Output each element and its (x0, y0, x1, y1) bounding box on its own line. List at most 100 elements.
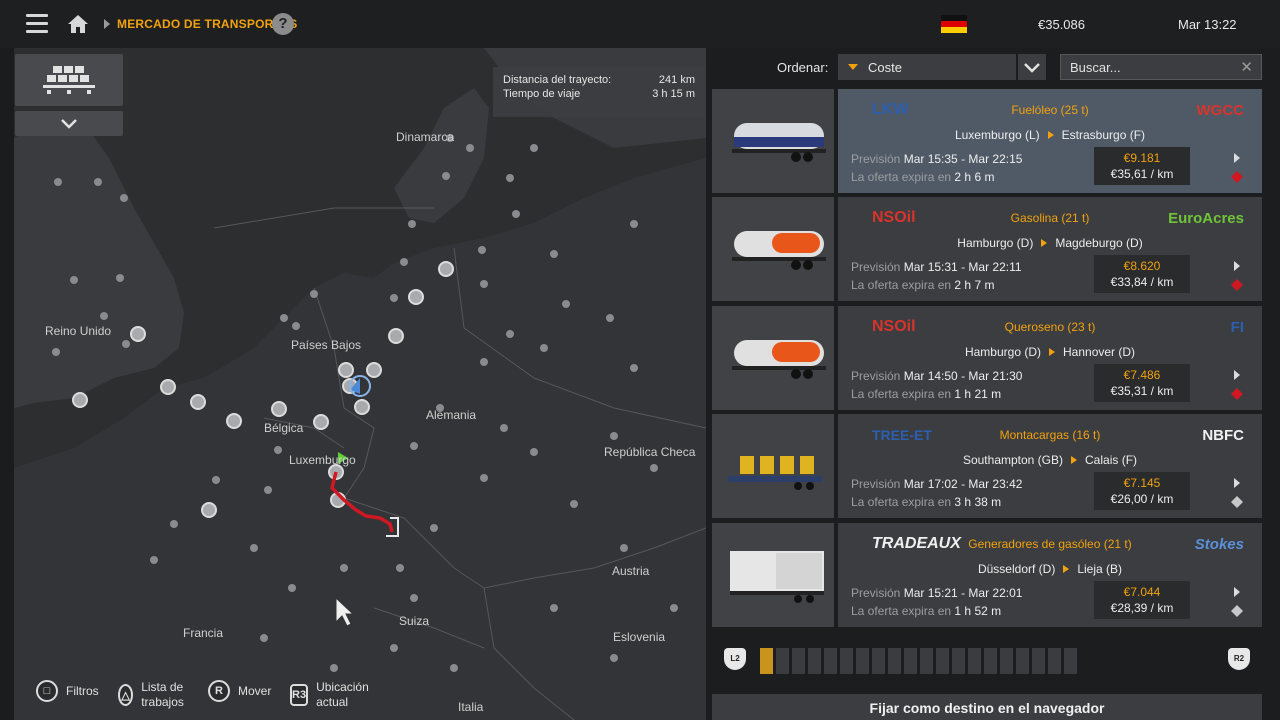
job-card[interactable]: NSOil Queroseno (23 t) FI Hamburgo (D) Ha… (712, 306, 1262, 410)
job-card-details: TRADEAUX Generadores de gasóleo (21 t) S… (838, 523, 1262, 627)
select-job-arrow-icon[interactable] (1234, 478, 1240, 488)
page-segment[interactable] (760, 648, 773, 674)
search-input[interactable]: Buscar... ✕ (1060, 54, 1262, 80)
job-pager: L2 R2 (724, 644, 1264, 678)
route-destination: Lieja (B) (1077, 562, 1123, 576)
page-segment[interactable] (792, 648, 805, 674)
game-clock: Mar 13:22 (1178, 17, 1237, 32)
page-segment[interactable] (968, 648, 981, 674)
help-icon[interactable]: ? (272, 13, 294, 35)
legend-current-location[interactable]: R3 Ubicación actual (290, 680, 380, 710)
map-canvas[interactable] (14, 48, 706, 720)
job-expiry: La oferta expira en 3 h 38 m (851, 495, 1002, 509)
job-card-details: NSOil Gasolina (21 t) EuroAcres Hamburgo… (838, 197, 1262, 301)
screen: MERCADO DE TRANSPORTES ? €35.086 Mar 13:… (0, 0, 1280, 720)
select-job-arrow-icon[interactable] (1234, 370, 1240, 380)
mouse-cursor-icon (335, 596, 354, 627)
map-label-uk: Reino Unido (45, 324, 112, 338)
job-forecast: Previsión Mar 15:35 - Mar 22:15 (851, 152, 1023, 166)
legend-filters[interactable]: □ Filtros (36, 680, 99, 702)
page-segment[interactable] (856, 648, 869, 674)
job-card[interactable]: NSOil Gasolina (21 t) EuroAcres Hamburgo… (712, 197, 1262, 301)
map-view[interactable]: Dinamarca Reino Unido Países Bajos Alema… (14, 48, 706, 720)
page-segment[interactable] (1064, 648, 1077, 674)
page-segment[interactable] (824, 648, 837, 674)
route-origin: Southampton (GB) (962, 453, 1064, 467)
destination-company-logo: NBFC (1202, 426, 1244, 444)
job-payment: €7.044 (1123, 585, 1161, 599)
page-segment[interactable] (920, 648, 933, 674)
job-payout: €8.620 €33,84 / km (1094, 255, 1190, 293)
distance-label: Distancia del trayecto: (503, 74, 612, 86)
r-stick-icon: R (208, 680, 230, 702)
set-gps-destination-button[interactable]: Fijar como destino en el navegador (712, 694, 1262, 720)
trailer-thumbnail (712, 414, 834, 518)
page-segment[interactable] (904, 648, 917, 674)
trailer-thumbnail (712, 197, 834, 301)
page-segment[interactable] (776, 648, 789, 674)
cargo-type-button[interactable] (15, 54, 123, 106)
page-segment[interactable] (840, 648, 853, 674)
sort-dropdown-button[interactable] (1018, 54, 1046, 80)
job-payment: €8.620 (1123, 259, 1161, 273)
next-page-button[interactable]: R2 (1228, 648, 1250, 670)
job-forecast: Previsión Mar 15:21 - Mar 22:01 (851, 586, 1023, 600)
job-route: Hamburgo (D) Hannover (D) (838, 345, 1262, 359)
expand-filters-button[interactable] (15, 111, 123, 136)
page-segment[interactable] (1048, 648, 1061, 674)
destination-company-logo: Stokes (1194, 535, 1244, 553)
job-expiry: La oferta expira en 1 h 21 m (851, 387, 1002, 401)
route-destination: Hannover (D) (1063, 345, 1136, 359)
home-icon[interactable] (66, 13, 90, 35)
map-label-italy: Italia (458, 700, 484, 714)
page-segment[interactable] (984, 648, 997, 674)
page-segment[interactable] (1016, 648, 1029, 674)
legend-move[interactable]: R Mover (208, 680, 271, 702)
map-label-germany: Alemania (426, 408, 477, 422)
job-rate-per-km: €35,61 / km (1110, 167, 1174, 181)
page-segment[interactable] (872, 648, 885, 674)
hazard-icon (1231, 279, 1243, 291)
menu-icon[interactable] (26, 14, 48, 34)
clear-search-icon[interactable]: ✕ (1240, 58, 1253, 76)
sort-value: Coste (868, 59, 902, 75)
map-label-netherlands: Países Bajos (291, 338, 362, 352)
previous-page-button[interactable]: L2 (724, 648, 746, 670)
job-payout: €7.044 €28,39 / km (1094, 581, 1190, 619)
job-rate-per-km: €35,31 / km (1110, 384, 1174, 398)
job-forecast: Previsión Mar 15:31 - Mar 22:11 (851, 260, 1022, 274)
page-indicator[interactable] (760, 648, 1080, 674)
page-segment[interactable] (1000, 648, 1013, 674)
map-label-switzerland: Suiza (399, 614, 430, 628)
job-expiry: La oferta expira en 2 h 7 m (851, 278, 995, 292)
job-payout: €7.145 €26,00 / km (1094, 472, 1190, 510)
route-destination: Magdeburgo (D) (1055, 236, 1143, 250)
route-arrow-icon (1041, 239, 1048, 247)
diamond-icon (1231, 605, 1243, 617)
job-forecast: Previsión Mar 17:02 - Mar 23:42 (851, 477, 1023, 491)
page-segment[interactable] (1032, 648, 1045, 674)
page-segment[interactable] (808, 648, 821, 674)
job-card[interactable]: TRADEAUX Generadores de gasóleo (21 t) S… (712, 523, 1262, 627)
select-job-arrow-icon[interactable] (1234, 153, 1240, 163)
map-label-czech-republic: República Checa (604, 445, 696, 459)
job-panel: Ordenar: Coste Buscar... ✕ LKW Fuelóleo … (706, 48, 1280, 720)
page-segment[interactable] (888, 648, 901, 674)
breadcrumb: MERCADO DE TRANSPORTES (117, 17, 298, 31)
job-payment: €7.486 (1123, 368, 1161, 382)
legend-job-list[interactable]: △ Lista de trabajos (118, 680, 196, 710)
select-job-arrow-icon[interactable] (1234, 587, 1240, 597)
page-segment[interactable] (952, 648, 965, 674)
sort-select[interactable]: Coste (838, 54, 1016, 80)
job-card[interactable]: TREE-ET Montacargas (16 t) NBFC Southamp… (712, 414, 1262, 518)
job-route: Hamburgo (D) Magdeburgo (D) (838, 236, 1262, 250)
trip-info-box: Distancia del trayecto: 241 km Tiempo de… (493, 67, 705, 117)
sort-label: Ordenar: (777, 60, 829, 75)
job-card[interactable]: LKW Fuelóleo (25 t) WGCC Luxemburgo (L) E… (712, 89, 1262, 193)
select-job-arrow-icon[interactable] (1234, 261, 1240, 271)
route-arrow-icon (1047, 131, 1054, 139)
money-balance: €35.086 (1038, 17, 1085, 32)
job-payment: €9.181 (1123, 151, 1161, 165)
destination-company-logo: FI (1230, 318, 1244, 336)
page-segment[interactable] (936, 648, 949, 674)
